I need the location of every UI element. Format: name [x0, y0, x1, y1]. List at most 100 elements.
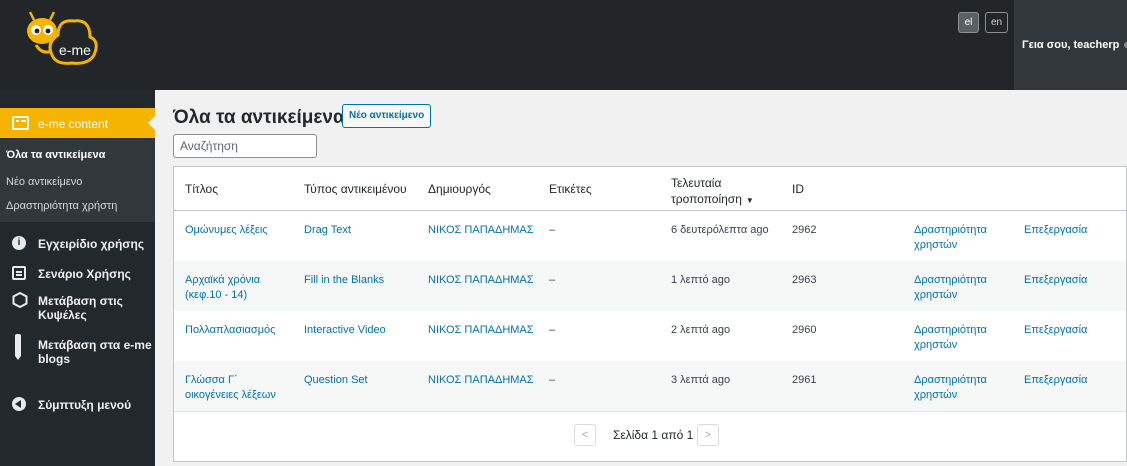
sidebar-item-usage-scenario[interactable]: Σενάριο Χρήσης — [0, 264, 155, 284]
item-id: 2962 — [792, 224, 817, 236]
language-en-button[interactable]: en — [985, 12, 1009, 33]
sidebar-item-label: Κυψέλες — [38, 308, 87, 322]
table-row: Ομώνυμες λέξεις Drag Text ΝΙΚΟΣ ΠΑΠΑΔΗΜΑ… — [174, 211, 1126, 261]
column-header-title: Τίτλος — [185, 182, 219, 196]
column-header-id: ID — [792, 182, 804, 196]
column-header-modified-line2: τροποποίηση — [671, 192, 742, 206]
content-list-icon — [12, 116, 29, 130]
page-indicator: Σελίδα 1 από 1 — [613, 428, 694, 442]
item-modified: 3 λεπτά ago — [671, 374, 731, 386]
sidebar-item-label: Μετάβαση στις — [38, 294, 123, 308]
submenu-user-activity[interactable]: Δραστηριότητα χρήστη — [6, 200, 117, 212]
item-id: 2963 — [792, 274, 817, 286]
svg-text:e-me: e-me — [59, 42, 91, 58]
user-activity-link[interactable]: Δραστηριότητα χρηστών — [914, 373, 987, 403]
column-header-modified[interactable]: Τελευταία τροποποίηση ▼ — [671, 175, 754, 209]
user-activity-line1: Δραστηριότητα — [914, 374, 987, 386]
item-title-link[interactable]: Ομώνυμες λέξεις — [185, 223, 268, 238]
item-modified: 2 λεπτά ago — [671, 324, 731, 336]
sidebar-item-label: Εγχειρίδιο χρήσης — [38, 237, 145, 251]
column-header-modified-line1: Τελευταία — [671, 176, 722, 190]
sidebar-collapse-menu[interactable]: Σύμπτυξη μενού — [0, 395, 155, 415]
sort-descending-icon: ▼ — [745, 196, 754, 205]
pen-icon — [15, 334, 21, 360]
item-type-link[interactable]: Drag Text — [304, 223, 351, 238]
page-title: Όλα τα αντικείμενα — [173, 107, 345, 128]
user-greeting[interactable]: Γεια σου, teacherp — [1022, 39, 1119, 51]
item-title-link[interactable]: Αρχαϊκά χρόνια (κεφ.10 - 14) — [185, 273, 260, 303]
sidebar-item-label: Σύμπτυξη μενού — [38, 398, 132, 412]
user-activity-link[interactable]: Δραστηριότητα χρηστών — [914, 273, 987, 303]
item-title-line2: οικογένειες λέξεων — [185, 389, 276, 401]
sidebar-item-label: e-me content — [38, 117, 109, 131]
collapse-icon — [12, 397, 26, 411]
item-id: 2961 — [792, 374, 817, 386]
column-header-type: Τύπος αντικειμένου — [304, 182, 407, 196]
sidebar-item-label: Σενάριο Χρήσης — [38, 267, 131, 281]
document-icon — [12, 266, 26, 280]
item-title-line2: (κεφ.10 - 14) — [185, 289, 248, 301]
search-input[interactable] — [173, 134, 317, 158]
items-table: Τίτλος Τύπος αντικειμένου Δημιουργός Ετι… — [173, 166, 1127, 462]
item-tags: – — [549, 324, 556, 336]
edit-link[interactable]: Επεξεργασία — [1024, 273, 1087, 288]
item-author-link[interactable]: ΝΙΚΟΣ ΠΑΠΑΔΗΜΑΣ — [428, 223, 534, 238]
item-id: 2960 — [792, 324, 817, 336]
admin-top-bar: e-me el en Γεια σου, teacherp — [0, 0, 1127, 90]
item-title-line1: Γλώσσα Γ΄ — [185, 374, 238, 386]
item-title-link[interactable]: Πολλαπλασιασμός — [185, 323, 275, 338]
item-title-line1: Πολλαπλασιασμός — [185, 324, 276, 336]
info-icon — [12, 236, 26, 250]
edit-link[interactable]: Επεξεργασία — [1024, 223, 1087, 238]
sidebar-item-label: Μετάβαση στα e-me — [38, 338, 152, 352]
user-activity-line2: χρηστών — [914, 339, 958, 351]
sidebar-item-label: blogs — [38, 352, 70, 366]
sidebar-item-e-me-content[interactable]: e-me content — [0, 108, 155, 138]
column-header-tags: Ετικέτες — [549, 182, 592, 196]
language-el-button[interactable]: el — [958, 12, 979, 33]
submenu: Όλα τα αντικείμενα Νέο αντικείμενο Δραστ… — [0, 138, 155, 222]
item-type-link[interactable]: Interactive Video — [304, 323, 386, 338]
item-title-line1: Ομώνυμες λέξεις — [185, 224, 268, 236]
user-activity-link[interactable]: Δραστηριότητα χρηστών — [914, 223, 987, 253]
sidebar-item-hives[interactable]: Μετάβαση στις Κυψέλες — [0, 290, 155, 322]
user-activity-link[interactable]: Δραστηριότητα χρηστών — [914, 323, 987, 353]
current-menu-arrow — [148, 116, 155, 130]
previous-page-button[interactable]: < — [574, 424, 596, 446]
user-activity-line1: Δραστηριότητα — [914, 324, 987, 336]
hexagon-icon — [12, 291, 28, 309]
user-activity-line1: Δραστηριότητα — [914, 224, 987, 236]
user-activity-line2: χρηστών — [914, 289, 958, 301]
user-activity-line2: χρηστών — [914, 389, 958, 401]
column-header-author: Δημιουργός — [428, 182, 491, 196]
sidebar-item-blogs[interactable]: Μετάβαση στα e-me blogs — [0, 334, 155, 368]
item-author-link[interactable]: ΝΙΚΟΣ ΠΑΠΑΔΗΜΑΣ — [428, 273, 534, 288]
table-row: Γλώσσα Γ΄ οικογένειες λέξεων Question Set… — [174, 361, 1126, 411]
item-author-link[interactable]: ΝΙΚΟΣ ΠΑΠΑΔΗΜΑΣ — [428, 373, 534, 388]
item-modified: 6 δευτερόλεπτα ago — [671, 224, 769, 236]
sidebar-item-user-manual[interactable]: Εγχειρίδιο χρήσης — [0, 234, 155, 254]
submenu-new-item[interactable]: Νέο αντικείμενο — [6, 176, 82, 188]
submenu-all-items[interactable]: Όλα τα αντικείμενα — [6, 149, 105, 161]
item-type-link[interactable]: Fill in the Blanks — [304, 273, 384, 288]
table-header: Τίτλος Τύπος αντικειμένου Δημιουργός Ετι… — [174, 167, 1126, 211]
item-type-link[interactable]: Question Set — [304, 373, 368, 388]
next-page-button[interactable]: > — [697, 424, 719, 446]
bee-logo-icon: e-me — [27, 11, 98, 65]
item-author-link[interactable]: ΝΙΚΟΣ ΠΑΠΑΔΗΜΑΣ — [428, 323, 534, 338]
new-item-button[interactable]: Νέο αντικείμενο — [342, 104, 432, 128]
pagination: < Σελίδα 1 από 1 > — [174, 411, 1126, 461]
user-activity-line1: Δραστηριότητα — [914, 274, 987, 286]
item-title-line1: Αρχαϊκά χρόνια — [185, 274, 261, 286]
user-activity-line2: χρηστών — [914, 239, 958, 251]
table-row: Πολλαπλασιασμός Interactive Video ΝΙΚΟΣ … — [174, 311, 1126, 361]
user-account-menu[interactable]: Γεια σου, teacherp — [1014, 0, 1127, 90]
edit-link[interactable]: Επεξεργασία — [1024, 323, 1087, 338]
edit-link[interactable]: Επεξεργασία — [1024, 373, 1087, 388]
admin-sidebar: e-me content Όλα τα αντικείμενα Νέο αντι… — [0, 90, 155, 466]
item-tags: – — [549, 374, 556, 386]
item-title-link[interactable]: Γλώσσα Γ΄ οικογένειες λέξεων — [185, 373, 276, 403]
e-me-logo[interactable]: e-me — [6, 9, 126, 75]
item-tags: – — [549, 224, 556, 236]
item-tags: – — [549, 274, 556, 286]
